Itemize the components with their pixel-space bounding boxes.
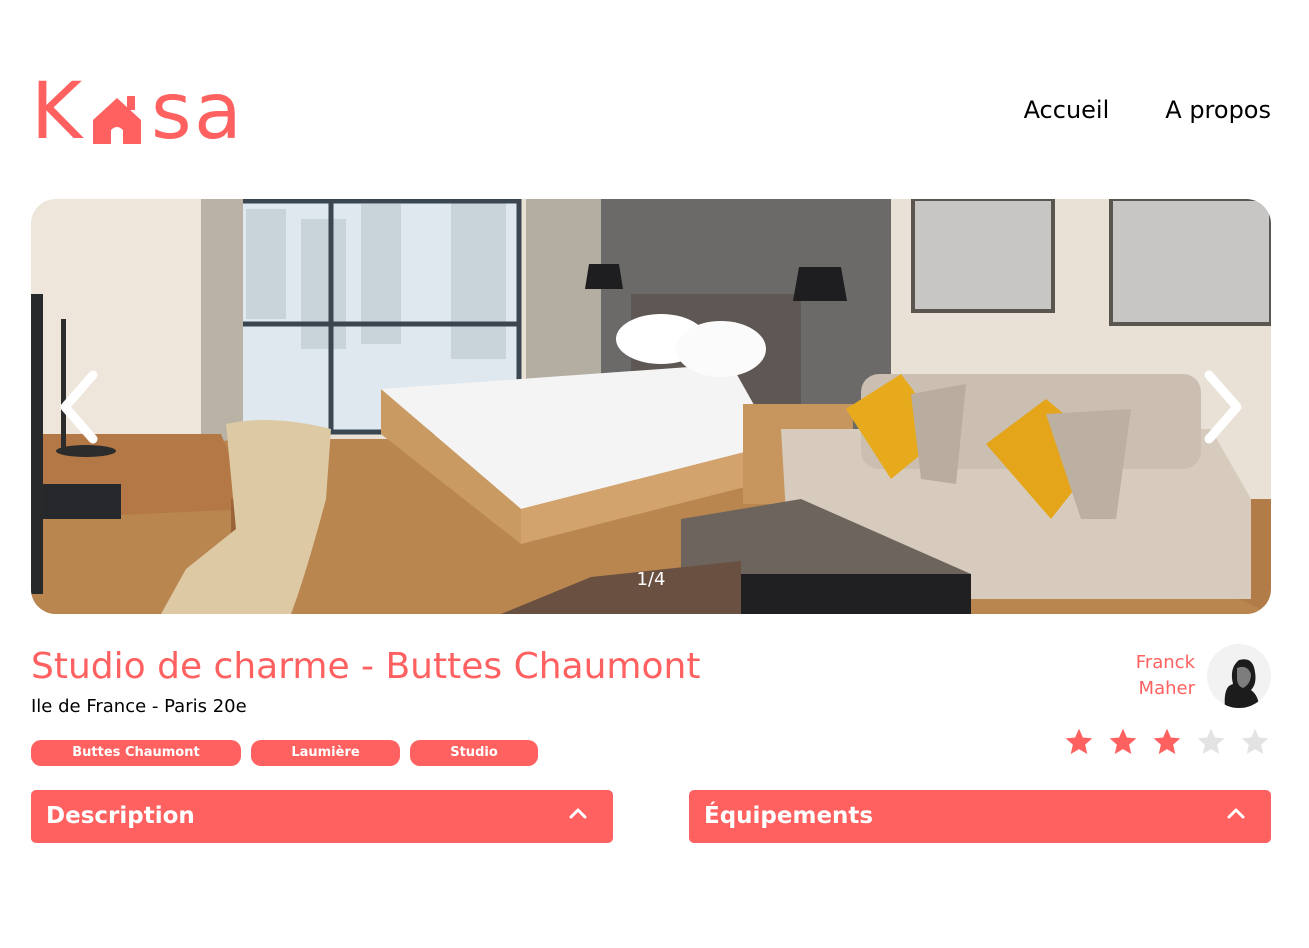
- equipements-collapse[interactable]: Équipements: [689, 790, 1271, 843]
- host-info: Franck Maher: [1136, 644, 1271, 708]
- description-collapse[interactable]: Description: [31, 790, 613, 843]
- tag-list: Buttes Chaumont Laumière Studio: [31, 740, 538, 766]
- chevron-left-icon[interactable]: [53, 367, 113, 447]
- chevron-up-icon[interactable]: [569, 807, 587, 819]
- chevron-up-icon[interactable]: [1227, 807, 1245, 819]
- photo-carousel: 1/4: [31, 199, 1271, 614]
- star-icon: [1153, 728, 1181, 754]
- chevron-right-icon[interactable]: [1189, 367, 1249, 447]
- tag-studio: Studio: [410, 740, 538, 766]
- kasa-logo[interactable]: K s a: [31, 72, 246, 152]
- host-first-name: Franck: [1135, 652, 1195, 673]
- listing-location: Ile de France - Paris 20e: [31, 696, 247, 717]
- host-last-name: Maher: [1138, 678, 1195, 699]
- star-icon: [1065, 728, 1093, 754]
- listing-photo: [31, 199, 1271, 614]
- star-icon: [1197, 728, 1225, 754]
- star-icon: [1109, 728, 1137, 754]
- collapse-title: Équipements: [704, 803, 874, 829]
- carousel-counter: 1/4: [636, 569, 666, 590]
- tag-buttes-chaumont: Buttes Chaumont: [31, 740, 241, 766]
- star-icon: [1241, 728, 1269, 754]
- logo-letter-s: s: [151, 67, 192, 157]
- host-avatar-image: [1207, 644, 1271, 708]
- host-name: Franck Maher: [1136, 650, 1195, 702]
- house-icon: [93, 96, 141, 144]
- collapse-title: Description: [46, 803, 195, 829]
- avatar: [1207, 644, 1271, 708]
- rating-stars: [1063, 726, 1271, 758]
- main-nav: Accueil A propos: [1024, 96, 1271, 124]
- nav-link-a-propos[interactable]: A propos: [1165, 96, 1271, 124]
- listing-title: Studio de charme - Buttes Chaumont: [31, 646, 701, 687]
- tag-laumiere: Laumière: [251, 740, 400, 766]
- logo-letter-k: K: [31, 67, 83, 157]
- logo-letter-a: a: [194, 67, 242, 157]
- nav-link-accueil[interactable]: Accueil: [1024, 96, 1110, 124]
